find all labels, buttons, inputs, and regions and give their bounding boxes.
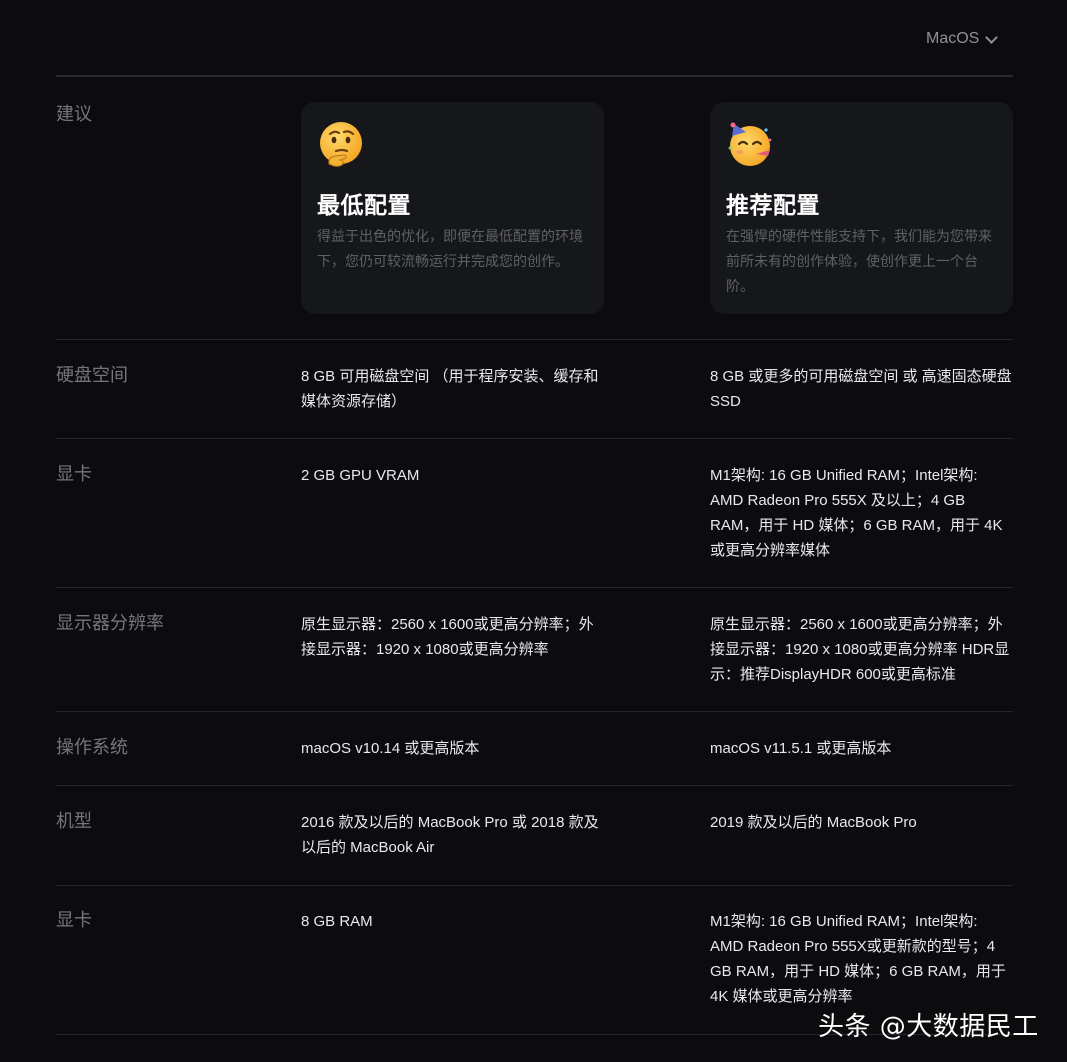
rec-value: M1架构: 16 GB Unified RAM；Intel架构: AMD Rad… <box>710 467 1003 559</box>
row-label: 显示器分辨率 <box>56 613 164 633</box>
row-label: 机型 <box>56 811 92 831</box>
partying-face-icon <box>728 122 772 166</box>
row-label: 建议 <box>56 104 92 124</box>
spec-row-os: 操作系统 macOS v10.14 或更高版本 macOS v11.5.1 或更… <box>56 712 1013 786</box>
card-title: 推荐配置 <box>726 192 820 218</box>
watermark-text: 头条 @大数据民工 <box>818 1012 1039 1042</box>
os-select-dropdown[interactable]: MacOS <box>926 30 999 48</box>
row-label: 显卡 <box>56 464 92 484</box>
top-bar: MacOS <box>0 0 1067 76</box>
card-description: 在强悍的硬件性能支持下，我们能为您带来前所未有的创作体验，使创作更上一个台阶。 <box>726 228 992 294</box>
spec-row-disk: 硬盘空间 8 GB 可用磁盘空间 （用于程序安装、缓存和媒体资源存储） 8 GB… <box>56 340 1013 439</box>
thinking-face-icon <box>320 122 362 167</box>
rec-value: 原生显示器：2560 x 1600或更高分辨率；外接显示器：1920 x 108… <box>710 616 1010 683</box>
card-minimum: 最低配置 得益于出色的优化，即便在最低配置的环境下，您仍可较流畅运行并完成您的创… <box>301 102 604 314</box>
min-value: macOS v10.14 或更高版本 <box>301 740 480 757</box>
row-label: 显卡 <box>56 910 92 930</box>
card-description: 得益于出色的优化，即便在最低配置的环境下，您仍可较流畅运行并完成您的创作。 <box>317 228 583 269</box>
spec-row-display: 显示器分辨率 原生显示器：2560 x 1600或更高分辨率；外接显示器：192… <box>56 588 1013 712</box>
min-value: 8 GB RAM <box>301 913 373 930</box>
os-select-label: MacOS <box>926 30 980 47</box>
spec-row-model: 机型 2016 款及以后的 MacBook Pro 或 2018 款及以后的 M… <box>56 786 1013 886</box>
rec-value: macOS v11.5.1 或更高版本 <box>710 740 892 757</box>
rec-value: M1架构: 16 GB Unified RAM；Intel架构: AMD Rad… <box>710 913 1006 1005</box>
card-title: 最低配置 <box>317 192 411 218</box>
min-value: 2 GB GPU VRAM <box>301 467 420 484</box>
row-label: 硬盘空间 <box>56 365 128 385</box>
min-value: 2016 款及以后的 MacBook Pro 或 2018 款及以后的 MacB… <box>301 814 599 856</box>
min-value: 原生显示器：2560 x 1600或更高分辨率；外接显示器：1920 x 108… <box>301 616 594 658</box>
card-recommended: 推荐配置 在强悍的硬件性能支持下，我们能为您带来前所未有的创作体验，使创作更上一… <box>710 102 1013 314</box>
min-value: 8 GB 可用磁盘空间 （用于程序安装、缓存和媒体资源存储） <box>301 368 599 410</box>
rec-value: 2019 款及以后的 MacBook Pro <box>710 814 917 831</box>
spec-row-gpu: 显卡 2 GB GPU VRAM M1架构: 16 GB Unified RAM… <box>56 439 1013 588</box>
chevron-down-icon <box>985 30 999 44</box>
rec-value: 8 GB 或更多的可用磁盘空间 或 高速固态硬盘 SSD <box>710 368 1012 410</box>
row-label: 操作系统 <box>56 737 128 757</box>
